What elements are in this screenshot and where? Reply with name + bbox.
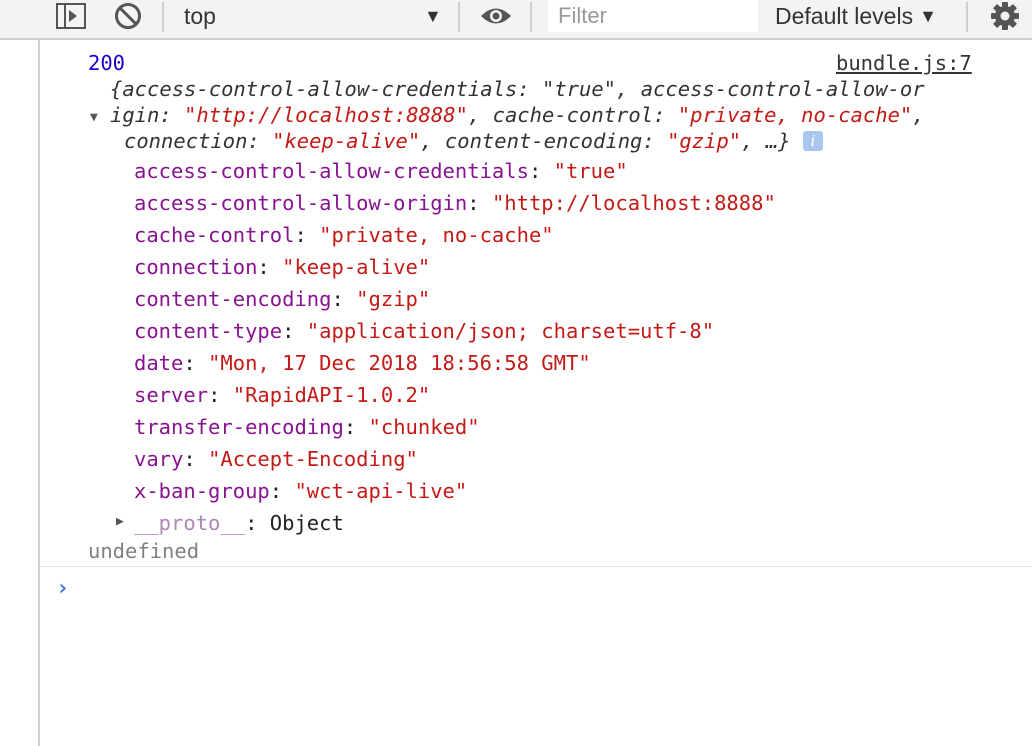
property-key: access-control-allow-origin — [134, 191, 468, 215]
property-value: "wct-api-live" — [294, 479, 468, 503]
header-property-row: connection: "keep-alive" — [134, 255, 431, 279]
log-levels-label: Default levels — [775, 2, 914, 29]
header-property-row: content-type: "application/json; charset… — [134, 319, 715, 343]
toolbar-divider — [458, 2, 460, 32]
toolbar-divider — [162, 2, 164, 32]
filter-input[interactable] — [556, 2, 755, 30]
property-key: cache-control — [134, 223, 295, 247]
proto-property[interactable]: __proto__: Object — [134, 510, 344, 536]
property-key: vary — [134, 447, 184, 471]
prompt-divider — [40, 566, 1032, 567]
property-value: "private, no-cache" — [319, 223, 554, 247]
console-toolbar: top ▼ Default levels ▼ — [0, 0, 1032, 40]
header-property-row: cache-control: "private, no-cache" — [134, 223, 554, 247]
chevron-down-icon: ▼ — [919, 5, 937, 26]
property-key: transfer-encoding — [134, 415, 344, 439]
object-preview-line-1: {access-control-allow-credentials: "true… — [110, 77, 925, 101]
property-key: content-encoding — [134, 287, 332, 311]
chevron-down-icon: ▼ — [424, 5, 442, 26]
expand-triangle-down-icon[interactable]: ▼ — [90, 110, 98, 125]
header-property-row: vary: "Accept-Encoding" — [134, 447, 418, 471]
property-value: "Accept-Encoding" — [208, 447, 418, 471]
sidebar-toggle-icon[interactable] — [56, 0, 86, 32]
object-preview-line-3: connection: "keep-alive", content-encodi… — [124, 128, 823, 154]
log-status-value: 200 — [88, 51, 126, 75]
live-expression-eye-icon[interactable] — [480, 0, 512, 32]
property-value: "Mon, 17 Dec 2018 18:56:58 GMT" — [208, 351, 591, 375]
return-value: undefined — [88, 539, 200, 563]
property-key: connection — [134, 255, 258, 279]
settings-gear-icon[interactable] — [990, 0, 1020, 32]
property-key: server — [134, 383, 209, 407]
property-value: "true" — [553, 159, 628, 183]
context-label: top — [184, 2, 216, 29]
devtools-left-edge — [0, 0, 40, 746]
property-key: access-control-allow-credentials — [134, 159, 529, 183]
expand-triangle-right-icon[interactable]: ▶ — [116, 514, 124, 529]
header-property-row: content-encoding: "gzip" — [134, 287, 431, 311]
property-value: "chunked" — [368, 415, 480, 439]
console-output: 200 bundle.js:7 {access-control-allow-cr… — [40, 42, 1032, 746]
property-key: content-type — [134, 319, 283, 343]
object-preview-line-2: igin: "http://localhost:8888", cache-con… — [110, 103, 925, 127]
header-property-row: access-control-allow-origin: "http://loc… — [134, 191, 776, 215]
header-property-row: x-ban-group: "wct-api-live" — [134, 479, 468, 503]
property-key: x-ban-group — [134, 479, 270, 503]
source-link[interactable]: bundle.js:7 — [836, 50, 972, 76]
header-property-row: server: "RapidAPI-1.0.2" — [134, 383, 431, 407]
toolbar-divider — [966, 2, 968, 32]
property-value: "gzip" — [356, 287, 431, 311]
context-selector[interactable]: top ▼ — [184, 0, 444, 32]
log-levels-dropdown[interactable]: Default levels ▼ — [775, 0, 937, 32]
info-icon[interactable]: i — [802, 131, 823, 151]
property-value: "RapidAPI-1.0.2" — [232, 383, 431, 407]
toolbar-divider — [530, 2, 532, 32]
console-prompt-chevron-icon[interactable]: › — [56, 576, 69, 601]
property-value: "keep-alive" — [282, 255, 431, 279]
property-value: "application/json; charset=utf-8" — [306, 319, 715, 343]
property-key: date — [134, 351, 184, 375]
header-property-row: transfer-encoding: "chunked" — [134, 415, 480, 439]
header-property-row: date: "Mon, 17 Dec 2018 18:56:58 GMT" — [134, 351, 591, 375]
filter-field[interactable] — [548, 0, 758, 32]
header-property-row: access-control-allow-credentials: "true" — [134, 159, 628, 183]
clear-console-icon[interactable] — [114, 0, 142, 32]
property-value: "http://localhost:8888" — [491, 191, 776, 215]
